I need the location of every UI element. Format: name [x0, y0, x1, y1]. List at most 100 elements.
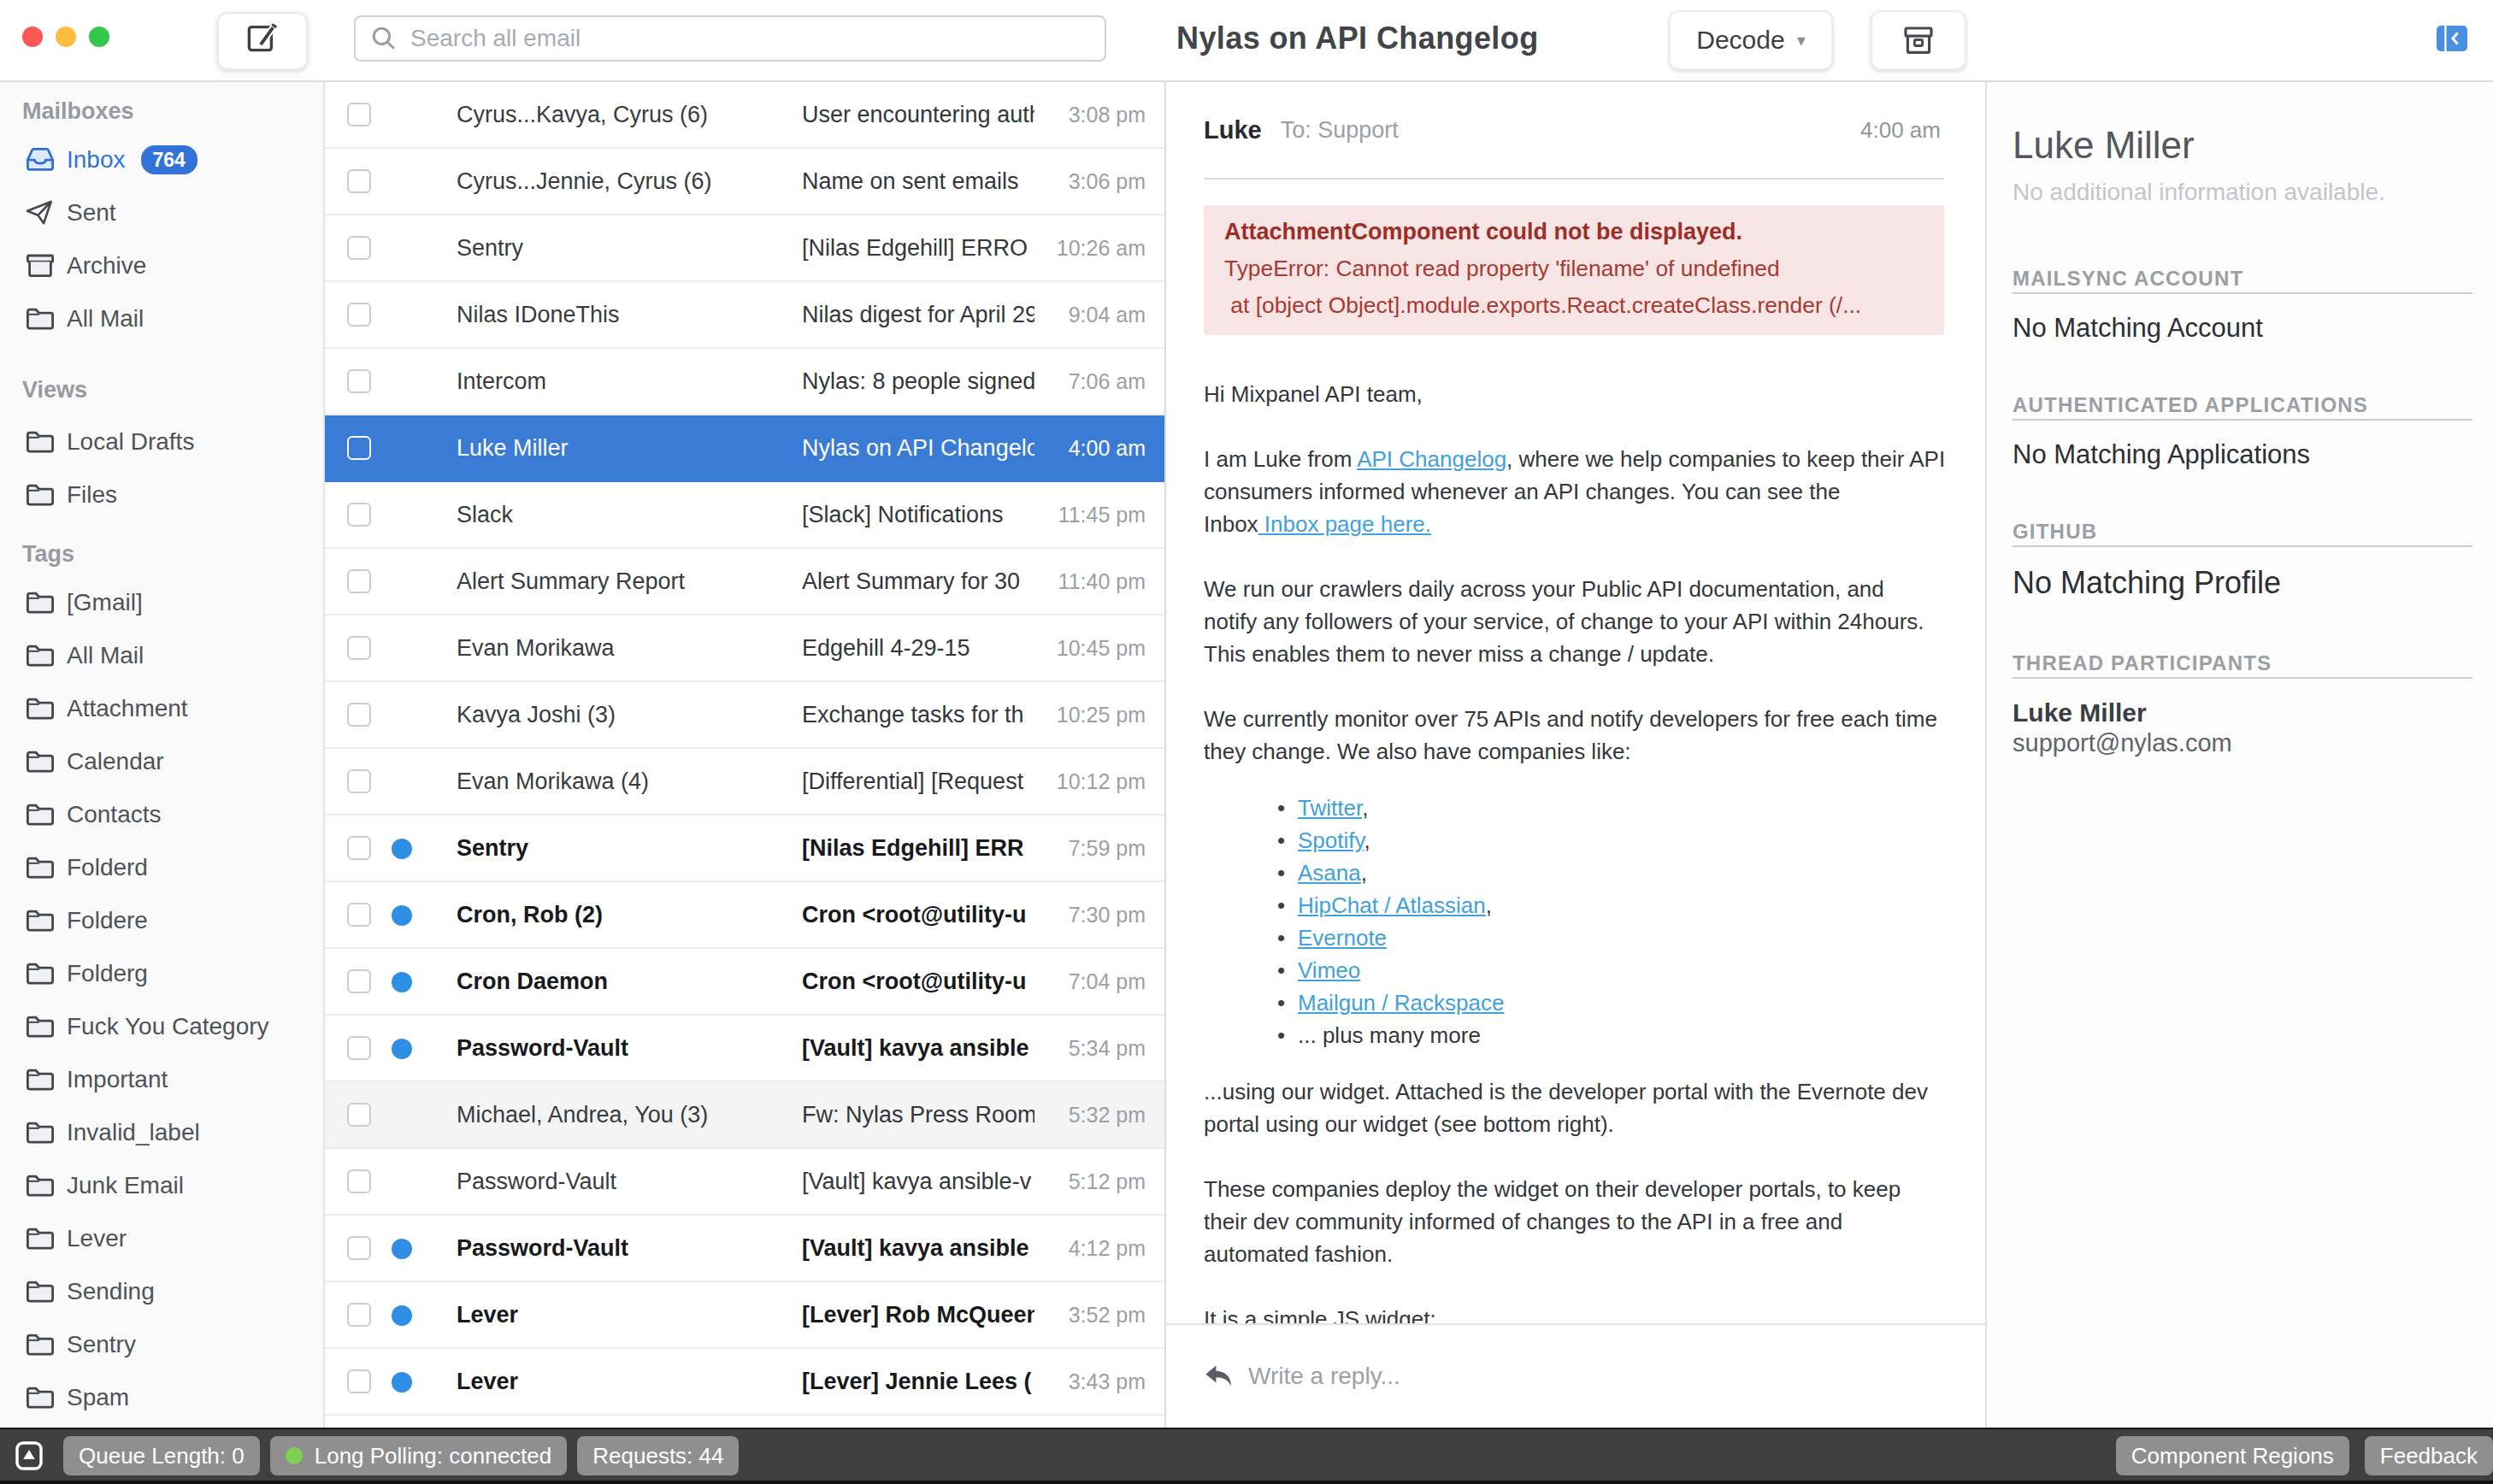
thread-checkbox[interactable] — [347, 503, 371, 527]
company-link[interactable]: Mailgun / Rackspace — [1298, 990, 1504, 1016]
thread-list-row[interactable]: Alert Summary ReportAlert Summary for 30… — [325, 549, 1164, 615]
thread-checkbox[interactable] — [347, 303, 371, 327]
sidebar-item-sending[interactable]: Sending — [0, 1265, 323, 1318]
thread-checkbox[interactable] — [347, 169, 371, 193]
reply-bar[interactable]: Write a reply... — [1166, 1323, 1985, 1428]
sidebar-item-all-mail[interactable]: All Mail — [0, 629, 323, 682]
close-window-button[interactable] — [22, 26, 43, 47]
thread-list-row[interactable]: IntercomNylas: 8 people signed7:06 am — [325, 349, 1164, 415]
sidebar-item-sentry[interactable]: Sentry — [0, 1318, 323, 1371]
status-chip-component-regions[interactable]: Component Regions — [2116, 1436, 2349, 1475]
sidebar-item-folderd[interactable]: Folderd — [0, 841, 323, 894]
thread-list-row[interactable]: Password-Vault[Vault] kavya ansible-v5:1… — [325, 1149, 1164, 1216]
thread-list-row[interactable]: Cyrus...Jennie, Cyrus (6)Name on sent em… — [325, 149, 1164, 215]
thread-checkbox[interactable] — [347, 1369, 371, 1393]
thread-checkbox[interactable] — [347, 1169, 371, 1193]
minimize-window-button[interactable] — [56, 26, 76, 47]
thread-checkbox[interactable] — [347, 569, 371, 593]
thread-subject: Alert Summary for 30 — [802, 568, 1034, 595]
search-input[interactable]: Search all email — [354, 15, 1106, 62]
thread-list-row[interactable]: Nilas IDoneThisNilas digest for April 29… — [325, 282, 1164, 349]
activity-icon[interactable] — [15, 1440, 43, 1471]
thread-checkbox[interactable] — [347, 1303, 371, 1327]
thread-list-row[interactable]: Cron DaemonCron <root@utility-u7:04 pm — [325, 949, 1164, 1016]
status-chip-feedback[interactable]: Feedback — [2365, 1436, 2493, 1475]
company-link[interactable]: HipChat / Atlassian — [1298, 892, 1486, 918]
sidebar-item-spam[interactable]: Spam — [0, 1371, 323, 1424]
search-placeholder: Search all email — [410, 25, 581, 52]
thread-checkbox[interactable] — [347, 369, 371, 393]
thread-list-row[interactable]: Lever[Lever] Rob McQueen3:52 pm — [325, 1282, 1164, 1349]
thread-checkbox[interactable] — [347, 1236, 371, 1260]
zoom-window-button[interactable] — [89, 26, 109, 47]
thread-list-row[interactable]: Sentry[Nilas Edgehill] ERRO10:26 am — [325, 215, 1164, 282]
thread-list-row[interactable]: Cron, Rob (2)Cron <root@utility-u7:30 pm — [325, 882, 1164, 949]
thread-time: 4:00 am — [1069, 436, 1146, 461]
sidebar-item-important[interactable]: Important — [0, 1053, 323, 1106]
thread-list-row[interactable]: Slack[Slack] Notifications11:45 pm — [325, 482, 1164, 549]
compose-button[interactable] — [217, 12, 308, 70]
companies-list-item: ... plus many more — [1277, 1019, 1944, 1051]
thread-list-row[interactable]: Kavya Joshi (3)Exchange tasks for th10:2… — [325, 682, 1164, 749]
sidebar-item-sent[interactable]: Sent — [0, 186, 323, 239]
thread-checkbox[interactable] — [347, 969, 371, 993]
body-link[interactable]: Inbox page here. — [1258, 511, 1431, 537]
thread-checkbox[interactable] — [347, 903, 371, 927]
body-paragraph: Hi Mixpanel API team, — [1204, 378, 1944, 410]
company-link[interactable]: Vimeo — [1298, 957, 1360, 983]
section-divider — [2013, 545, 2472, 547]
sidebar-item-calendar[interactable]: Calendar — [0, 735, 323, 788]
thread-checkbox[interactable] — [347, 1103, 371, 1127]
thread-list-row[interactable]: Cyrus...Kavya, Cyrus (6)User encounterin… — [325, 82, 1164, 149]
thread-checkbox[interactable] — [347, 836, 371, 860]
sidebar-item-attachment[interactable]: Attachment — [0, 682, 323, 735]
company-link[interactable]: Evernote — [1298, 925, 1387, 951]
thread-checkbox[interactable] — [347, 236, 371, 260]
thread-checkbox[interactable] — [347, 1036, 371, 1060]
thread-list-row[interactable]: Sentry[Nilas Edgehill] ERR7:59 pm — [325, 816, 1164, 882]
thread-list-row[interactable]: Password-Vault[Vault] kavya ansible5:34 … — [325, 1016, 1164, 1082]
thread-sender: Password-Vault — [457, 1235, 790, 1262]
thread-list-row[interactable]: Password-Vault[Vault] kavya ansible4:12 … — [325, 1216, 1164, 1282]
sidebar-item-folderg[interactable]: Folderg — [0, 947, 323, 1000]
sidebar-item-label: Invalid_label — [67, 1119, 200, 1146]
sidebar-item-files[interactable]: Files — [0, 468, 323, 521]
archive-icon — [1901, 22, 1936, 58]
body-paragraph: We currently monitor over 75 APIs and no… — [1204, 703, 1944, 768]
status-chip[interactable]: Requests: 44 — [577, 1436, 739, 1475]
decode-dropdown[interactable]: Decode ▾ — [1669, 10, 1833, 70]
sidebar-item-lever[interactable]: Lever — [0, 1212, 323, 1265]
archive-button[interactable] — [1871, 10, 1966, 70]
connection-status-dot — [286, 1447, 303, 1464]
sidebar-item-foldere[interactable]: Foldere — [0, 894, 323, 947]
thread-checkbox[interactable] — [347, 103, 371, 127]
sidebar-item-archive[interactable]: Archive — [0, 239, 323, 292]
company-link[interactable]: Asana — [1298, 860, 1361, 886]
sidebar-item-all-mail[interactable]: All Mail — [0, 292, 323, 345]
sidebar-item-junk-email[interactable]: Junk Email — [0, 1159, 323, 1212]
thread-checkbox[interactable] — [347, 769, 371, 793]
thread-list-row[interactable]: Luke MillerNylas on API Changelog4:00 am — [325, 415, 1164, 482]
sidebar-item-invalid-label[interactable]: Invalid_label — [0, 1106, 323, 1159]
thread-list-row[interactable]: Michael, Andrea, You (3)Fw: Nylas Press … — [325, 1082, 1164, 1149]
thread-checkbox[interactable] — [347, 636, 371, 660]
sidebar-item-fuck-you-category[interactable]: Fuck You Category — [0, 1000, 323, 1053]
thread-time: 10:26 am — [1057, 236, 1146, 261]
status-chip[interactable]: Long Polling: connected — [270, 1436, 568, 1475]
thread-list-row[interactable]: Lever[Lever] Jennie Lees (3:43 pm — [325, 1349, 1164, 1416]
thread-list-row[interactable]: Evan MorikawaEdgehill 4-29-1510:45 pm — [325, 615, 1164, 682]
status-chip[interactable]: Queue Length: 0 — [63, 1436, 260, 1475]
sidebar-item-contacts[interactable]: Contacts — [0, 788, 323, 841]
thread-checkbox[interactable] — [347, 436, 371, 460]
toggle-sidebar-panel-button[interactable] — [2437, 26, 2467, 51]
decode-label: Decode — [1696, 26, 1784, 55]
thread-list-row[interactable]: Evan Morikawa (4)[Differential] [Request… — [325, 749, 1164, 816]
company-link[interactable]: Spotify — [1298, 827, 1364, 853]
sidebar-item-local-drafts[interactable]: Local Drafts — [0, 415, 323, 468]
thread-checkbox[interactable] — [347, 703, 371, 727]
sidebar-item--gmail-[interactable]: [Gmail] — [0, 576, 323, 629]
sidebar-item-inbox[interactable]: Inbox764 — [0, 133, 323, 186]
body-link[interactable]: API Changelog — [1357, 446, 1506, 472]
sidebar-item-label: Files — [67, 481, 117, 509]
company-link[interactable]: Twitter — [1298, 795, 1362, 821]
